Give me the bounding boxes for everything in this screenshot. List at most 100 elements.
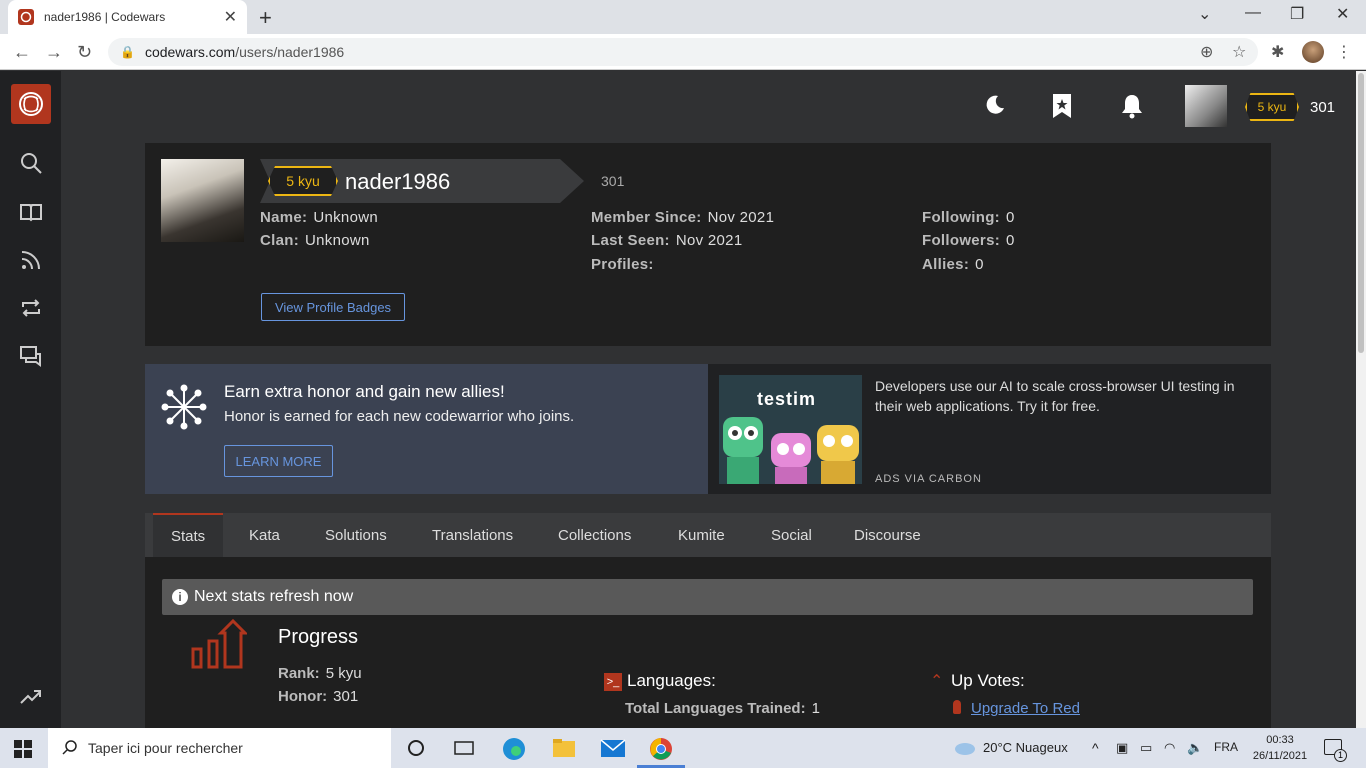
bookmark-icon[interactable] xyxy=(1050,93,1074,125)
stats-panel: i Next stats refresh now Progress Rank: 5… xyxy=(145,557,1271,728)
tab-kumite[interactable]: Kumite xyxy=(678,513,725,557)
reload-icon[interactable]: ↻ xyxy=(77,42,92,63)
codewars-favicon-icon xyxy=(18,9,34,25)
feed-icon[interactable] xyxy=(19,248,43,272)
tab-translations[interactable]: Translations xyxy=(432,513,513,557)
profile-card: 5 kyu nader1986 301 Name: Unknown Clan: Un… xyxy=(145,143,1271,346)
progress-title: Progress xyxy=(278,626,359,648)
robots-icon xyxy=(723,417,859,484)
tab-solutions[interactable]: Solutions xyxy=(325,513,387,557)
tab-social[interactable]: Social xyxy=(771,513,812,557)
languages-trained-value: 1 xyxy=(811,700,820,717)
file-explorer-icon[interactable] xyxy=(552,737,576,759)
window-close-icon[interactable]: ✕ xyxy=(1336,4,1349,24)
battery-icon[interactable]: ▭ xyxy=(1140,740,1152,756)
notification-count: 1 xyxy=(1334,749,1347,762)
learn-more-button[interactable]: LEARN MORE xyxy=(224,445,333,477)
search-magnifier-icon xyxy=(62,739,78,758)
volume-icon[interactable]: 🔈 xyxy=(1187,740,1203,756)
tab-close-icon[interactable]: ✕ xyxy=(224,7,237,27)
tray-chevron-icon[interactable]: ^ xyxy=(1092,740,1099,756)
cortana-icon[interactable] xyxy=(405,737,429,759)
weather-text[interactable]: 20°C Nuageux xyxy=(983,740,1068,755)
extensions-icon[interactable]: ✱ xyxy=(1271,42,1284,62)
weather-cloud-icon[interactable] xyxy=(953,739,975,760)
profile-honor: 301 xyxy=(601,173,625,189)
promo-text: Honor is earned for each new codewarrior… xyxy=(224,408,575,425)
new-tab-icon[interactable]: + xyxy=(259,5,272,31)
upgrade-link[interactable]: Upgrade To Red xyxy=(971,700,1080,717)
zoom-icon[interactable]: ⊕ xyxy=(1200,42,1213,62)
scrollbar-thumb[interactable] xyxy=(1358,73,1364,353)
progress-chart-icon xyxy=(191,618,249,676)
clock[interactable]: 00:33 26/11/2021 xyxy=(1250,732,1310,764)
info-icon: i xyxy=(172,589,188,605)
followers-label: Followers: xyxy=(922,232,1001,249)
header-honor: 301 xyxy=(1310,99,1336,116)
language-indicator[interactable]: FRA xyxy=(1214,740,1238,754)
address-bar-row: ← → ↻ 🔒 codewars.com/users/nader1986 ⊕ ☆… xyxy=(0,34,1366,70)
tray-app-icon[interactable]: ▣ xyxy=(1116,740,1128,756)
tab-kata[interactable]: Kata xyxy=(249,513,280,557)
following-label: Following: xyxy=(922,209,1000,226)
url-host: codewars.com xyxy=(144,44,236,60)
member-since-label: Member Since: xyxy=(591,209,702,226)
book-icon[interactable] xyxy=(19,200,43,224)
name-value: Unknown xyxy=(313,209,378,226)
view-profile-badges-button[interactable]: View Profile Badges xyxy=(261,293,405,321)
promo-title: Earn extra honor and gain new allies! xyxy=(224,382,505,401)
clan-label: Clan: xyxy=(260,232,299,249)
codewars-logo[interactable] xyxy=(11,84,51,124)
browser-menu-icon[interactable]: ⋮ xyxy=(1336,42,1352,62)
taskbar-search-placeholder: Taper ici pour rechercher xyxy=(88,740,243,756)
tab-discourse[interactable]: Discourse xyxy=(854,513,921,557)
profiles-field: Profiles: xyxy=(591,256,660,273)
url-path: /users/nader1986 xyxy=(235,44,345,60)
wifi-icon[interactable]: ◠ xyxy=(1164,740,1175,756)
ad-text[interactable]: Developers use our AI to scale cross-bro… xyxy=(875,376,1255,416)
ads-via-carbon[interactable]: ADS VIA CARBON xyxy=(875,473,982,485)
rank-stat: Rank: 5 kyu xyxy=(278,665,362,682)
task-view-icon[interactable] xyxy=(453,737,477,759)
browser-profile-avatar[interactable] xyxy=(1302,41,1324,63)
windows-taskbar: Taper ici pour rechercher 20°C Nuageux ^… xyxy=(0,728,1366,768)
name-field: Name: Unknown xyxy=(260,209,378,226)
carbon-ad[interactable]: testim Developers use our AI to scale cr… xyxy=(708,364,1271,494)
page-scrollbar[interactable] xyxy=(1356,71,1366,728)
minimize-icon[interactable]: — xyxy=(1245,4,1261,22)
notification-bell-icon[interactable] xyxy=(1119,93,1145,125)
url-field[interactable]: 🔒 codewars.com/users/nader1986 xyxy=(108,38,1258,66)
followers-field: Followers: 0 xyxy=(922,232,1015,249)
languages-title: Languages: xyxy=(627,671,716,690)
tab-collections[interactable]: Collections xyxy=(558,513,631,557)
tab-stats[interactable]: Stats xyxy=(153,513,224,557)
chrome-icon[interactable] xyxy=(649,737,673,760)
maximize-icon[interactable]: ❐ xyxy=(1290,4,1304,24)
repeat-icon[interactable] xyxy=(19,296,43,320)
chat-icon[interactable] xyxy=(19,344,43,368)
bookmark-star-icon[interactable]: ☆ xyxy=(1232,42,1246,62)
sidebar xyxy=(0,71,61,728)
profiles-label: Profiles: xyxy=(591,256,654,273)
user-avatar[interactable] xyxy=(1185,85,1227,127)
header-rank-badge[interactable]: 5 kyu xyxy=(1245,93,1299,121)
clock-time: 00:33 xyxy=(1266,734,1294,746)
followers-value: 0 xyxy=(1006,232,1015,249)
back-icon[interactable]: ← xyxy=(13,42,31,63)
trending-icon[interactable] xyxy=(19,684,43,708)
dark-mode-moon-icon[interactable] xyxy=(983,93,1007,123)
allies-value: 0 xyxy=(975,256,984,273)
profile-rank-badge[interactable]: 5 kyu xyxy=(268,166,338,196)
ad-image[interactable]: testim xyxy=(719,375,862,484)
tab-search-icon[interactable]: ⌄ xyxy=(1198,4,1211,24)
forward-icon[interactable]: → xyxy=(45,42,63,63)
following-value: 0 xyxy=(1005,209,1015,226)
taskbar-search[interactable]: Taper ici pour rechercher xyxy=(48,728,391,768)
search-icon[interactable] xyxy=(19,151,43,175)
edge-icon[interactable] xyxy=(502,737,526,760)
mail-icon[interactable] xyxy=(600,737,626,759)
honor-value: 301 xyxy=(333,688,359,705)
honor-stat: Honor: 301 xyxy=(278,688,358,705)
browser-tab[interactable]: nader1986 | Codewars ✕ xyxy=(8,0,247,34)
windows-start-icon[interactable] xyxy=(14,740,32,763)
